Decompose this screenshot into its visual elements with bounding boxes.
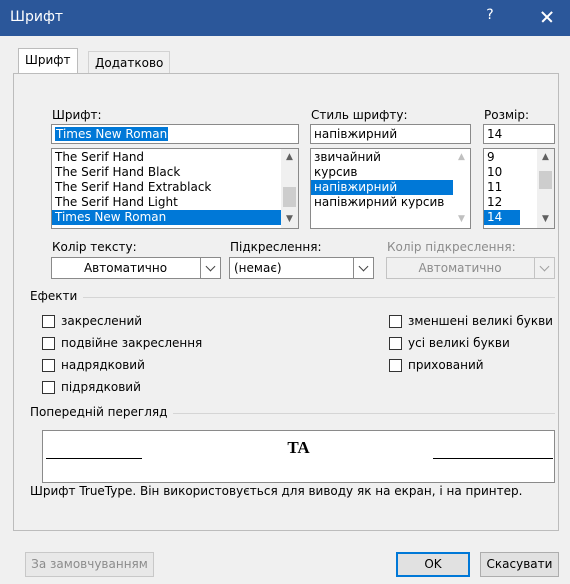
- size-input[interactable]: 14: [483, 124, 555, 144]
- checkbox-label: підрядковий: [61, 380, 141, 394]
- window-title: Шрифт: [10, 9, 64, 25]
- checkbox-box[interactable]: [389, 315, 402, 328]
- checkbox-label: усі великі букви: [408, 336, 510, 350]
- style-input[interactable]: напівжирний: [310, 124, 471, 144]
- font-label: Шрифт:: [52, 108, 102, 122]
- set-default-button[interactable]: За замовчуванням: [25, 552, 154, 577]
- checkbox-box[interactable]: [389, 337, 402, 350]
- tab-advanced[interactable]: Додатково: [88, 51, 171, 74]
- chevron-down-icon: [534, 258, 554, 278]
- font-list-scrollbar[interactable]: ▲ ▼: [281, 149, 298, 228]
- list-item[interactable]: звичайний: [311, 150, 470, 165]
- size-label: Розмір:: [484, 108, 530, 122]
- cancel-button[interactable]: Скасувати: [480, 552, 559, 577]
- scroll-up-icon[interactable]: ▲: [537, 149, 554, 166]
- list-item[interactable]: The Serif Hand: [52, 150, 298, 165]
- chevron-down-icon[interactable]: [200, 258, 220, 278]
- size-value: 14: [487, 127, 503, 141]
- checkbox-label: закреслений: [61, 314, 143, 328]
- effects-divider: [30, 297, 555, 298]
- size-list-scrollbar[interactable]: ▲ ▼: [537, 149, 554, 228]
- scroll-up-icon: ▲: [458, 152, 465, 162]
- style-label: Стиль шрифту:: [311, 108, 408, 122]
- text-color-value: Автоматично: [83, 261, 168, 275]
- checkbox-box[interactable]: [42, 359, 55, 372]
- underline-label: Підкреслення:: [230, 240, 322, 254]
- scroll-down-icon[interactable]: ▼: [281, 211, 298, 228]
- list-item[interactable]: напівжирний курсив: [311, 195, 470, 210]
- checkbox-box[interactable]: [42, 381, 55, 394]
- list-item[interactable]: The Serif Hand Light: [52, 195, 298, 210]
- checkbox-box[interactable]: [389, 359, 402, 372]
- text-color-label: Колір тексту:: [52, 240, 137, 254]
- checkbox-label: зменшені великі букви: [408, 314, 553, 328]
- underline-color-select: Автоматично: [386, 257, 555, 279]
- close-icon[interactable]: [533, 3, 561, 31]
- tab-font[interactable]: Шрифт: [18, 48, 78, 74]
- style-list-scrollbar: ▲ ▼: [453, 149, 470, 228]
- preview-underline-left: [46, 458, 142, 459]
- scroll-down-icon: ▼: [458, 214, 465, 224]
- preview-box: TA: [42, 430, 555, 483]
- underline-select[interactable]: (немає): [229, 257, 374, 279]
- ok-button[interactable]: OK: [396, 552, 470, 577]
- underline-value: (немає): [234, 261, 282, 275]
- font-list[interactable]: The Serif Hand The Serif Hand Black The …: [51, 148, 299, 229]
- underline-color-value: Автоматично: [418, 261, 502, 275]
- list-item[interactable]: The Serif Hand Extrablack: [52, 180, 298, 195]
- title-bar: Шрифт ?: [0, 0, 570, 36]
- checkbox-box[interactable]: [42, 315, 55, 328]
- list-item[interactable]: курсив: [311, 165, 470, 180]
- preview-sample: TA: [287, 438, 310, 457]
- font-name-value: Times New Roman: [55, 127, 169, 141]
- style-list[interactable]: звичайний курсив напівжирний напівжирний…: [310, 148, 471, 229]
- list-item-selected[interactable]: 14: [484, 210, 520, 225]
- preview-underline-right: [433, 458, 553, 459]
- checkbox-label: прихований: [408, 358, 484, 372]
- help-button[interactable]: ?: [479, 7, 501, 23]
- checkbox-box[interactable]: [42, 337, 55, 350]
- preview-note: Шрифт TrueType. Він використовується для…: [30, 484, 523, 498]
- list-item-selected[interactable]: Times New Roman: [52, 210, 298, 225]
- preview-label: Попередній перегляд: [30, 405, 174, 419]
- list-item-selected[interactable]: напівжирний: [311, 180, 453, 195]
- scroll-thumb[interactable]: [539, 171, 552, 189]
- style-value: напівжирний: [314, 127, 398, 141]
- list-item[interactable]: The Serif Hand Black: [52, 165, 298, 180]
- effects-label: Ефекти: [30, 289, 84, 303]
- text-color-select[interactable]: Автоматично: [51, 257, 221, 279]
- tab-advanced-label: Додатково: [95, 56, 164, 70]
- underline-color-label: Колір підкреслення:: [387, 240, 516, 254]
- checkbox-label: надрядковий: [61, 358, 145, 372]
- scroll-thumb[interactable]: [283, 187, 296, 207]
- font-name-input[interactable]: Times New Roman: [51, 124, 299, 144]
- checkbox-label: подвійне закреслення: [61, 336, 203, 350]
- size-list[interactable]: 9 10 11 12 14 ▲ ▼: [483, 148, 555, 229]
- scroll-down-icon[interactable]: ▼: [537, 211, 554, 228]
- scroll-up-icon[interactable]: ▲: [281, 149, 298, 166]
- chevron-down-icon[interactable]: [353, 258, 373, 278]
- tab-font-label: Шрифт: [25, 53, 71, 67]
